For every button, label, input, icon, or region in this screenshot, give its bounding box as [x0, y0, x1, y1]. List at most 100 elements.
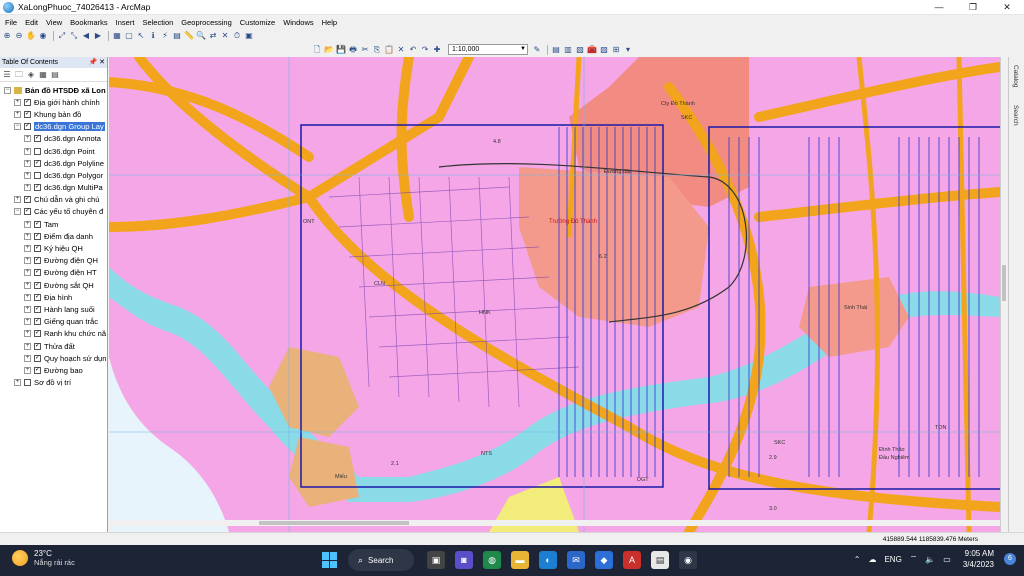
toc-layer-row[interactable]: + ✓ Ranh khu chức nă	[0, 328, 107, 340]
expand-icon[interactable]: +	[24, 159, 31, 167]
toc-layer-row[interactable]: + ✓ dc36.dgn MultiPa	[0, 182, 107, 194]
layer-visibility-checkbox[interactable]: ✓	[34, 135, 41, 143]
scrollbar-thumb[interactable]	[259, 521, 409, 525]
close-button[interactable]: ✕	[990, 0, 1024, 15]
file-explorer-icon[interactable]: ▬	[511, 551, 529, 569]
layer-visibility-checkbox[interactable]: ✓	[24, 123, 31, 131]
back-extent-icon[interactable]: ◀	[81, 31, 91, 41]
clock[interactable]: 9:05 AM 3/4/2023	[963, 548, 994, 570]
toc-layer-row[interactable]: + ✓ Tam	[0, 218, 107, 230]
menu-insert[interactable]: Insert	[116, 18, 135, 27]
list-by-visibility-icon[interactable]: ◈	[26, 70, 36, 80]
layer-visibility-checkbox[interactable]: ✓	[34, 257, 41, 265]
dropbox-icon[interactable]: ◆	[595, 551, 613, 569]
expand-icon[interactable]: +	[24, 257, 31, 265]
toc-layer-row[interactable]: + ✓ Thửa đất	[0, 340, 107, 352]
toc-layer-row[interactable]: + ✓ Đường bao	[0, 364, 107, 376]
expand-icon[interactable]: +	[24, 245, 31, 253]
expand-icon[interactable]: +	[14, 379, 21, 387]
scrollbar-thumb[interactable]	[1002, 265, 1006, 301]
toc-layer-row[interactable]: + ✓ Ký hiệu QH	[0, 242, 107, 254]
layer-visibility-checkbox[interactable]	[24, 379, 31, 387]
table-of-contents-icon[interactable]: ▤	[551, 45, 561, 55]
open-icon[interactable]: 📂	[324, 45, 334, 55]
expand-icon[interactable]: +	[14, 110, 21, 118]
acrobat-icon[interactable]: A	[623, 551, 641, 569]
layer-visibility-checkbox[interactable]	[34, 171, 41, 179]
full-extent-icon[interactable]: ◉	[38, 31, 48, 41]
arcmap-taskbar-icon[interactable]: ◉	[679, 551, 697, 569]
maximize-button[interactable]: ❐	[956, 0, 990, 15]
expand-icon[interactable]: +	[24, 305, 31, 313]
toc-layer-row[interactable]: + ✓ Đường sắt QH	[0, 279, 107, 291]
new-document-icon[interactable]: 🗋	[312, 45, 322, 55]
list-by-selection-icon[interactable]: ▦	[38, 70, 48, 80]
search-tab[interactable]: Search	[1012, 105, 1019, 126]
zoom-out-icon[interactable]: ⊖	[14, 31, 24, 41]
toc-layer-row[interactable]: + dc36.dgn Point	[0, 145, 107, 157]
layer-visibility-checkbox[interactable]: ✓	[34, 220, 41, 228]
toc-layer-row[interactable]: + ✓ Đường điện QH	[0, 255, 107, 267]
collapse-icon[interactable]: −	[14, 123, 21, 131]
pan-icon[interactable]: ✋	[26, 31, 36, 41]
find-route-icon[interactable]: ⇄	[208, 31, 218, 41]
expand-icon[interactable]: +	[14, 98, 21, 106]
expand-icon[interactable]: +	[24, 232, 31, 240]
language-indicator[interactable]: ENG	[884, 555, 901, 564]
layer-visibility-checkbox[interactable]: ✓	[24, 110, 31, 118]
toolbar-options-icon[interactable]: ▾	[623, 45, 633, 55]
menu-selection[interactable]: Selection	[142, 18, 173, 27]
zoom-in-icon[interactable]: ⊕	[2, 31, 12, 41]
volume-icon[interactable]: 🔈	[925, 555, 935, 564]
expand-icon[interactable]: +	[24, 293, 31, 301]
minimize-button[interactable]: —	[922, 0, 956, 15]
toc-layer-row[interactable]: − ✓ Các yếu tố chuyên đ	[0, 206, 107, 218]
layer-visibility-checkbox[interactable]: ✓	[34, 184, 41, 192]
menu-help[interactable]: Help	[322, 18, 337, 27]
expand-icon[interactable]: +	[14, 196, 21, 204]
menu-windows[interactable]: Windows	[283, 18, 313, 27]
select-features-icon[interactable]: ▦	[112, 31, 122, 41]
toc-layer-row[interactable]: + dc36.dgn Polygor	[0, 169, 107, 181]
go-to-xy-icon[interactable]: ✕	[220, 31, 230, 41]
identify-icon[interactable]: ℹ	[148, 31, 158, 41]
layer-visibility-checkbox[interactable]: ✓	[34, 354, 41, 362]
layer-visibility-checkbox[interactable]: ✓	[34, 159, 41, 167]
delete-icon[interactable]: ✕	[396, 45, 406, 55]
layer-visibility-checkbox[interactable]: ✓	[34, 245, 41, 253]
measure-icon[interactable]: 📏	[184, 31, 194, 41]
toc-layer-row[interactable]: − ✓ dc36.dgn Group Lay	[0, 121, 107, 133]
layer-visibility-checkbox[interactable]: ✓	[24, 98, 31, 106]
time-slider-icon[interactable]: ⏱	[232, 31, 242, 41]
toc-layer-row[interactable]: + ✓ Chú dẫn và ghi chú	[0, 194, 107, 206]
select-elements-icon[interactable]: ↖	[136, 31, 146, 41]
edge-browser-icon[interactable]: ◍	[483, 551, 501, 569]
expand-icon[interactable]: +	[24, 330, 31, 338]
wifi-icon[interactable]: ⌔	[910, 554, 918, 564]
arctoolbox-icon[interactable]: 🧰	[587, 45, 597, 55]
create-viewer-icon[interactable]: ▣	[244, 31, 254, 41]
collapse-icon[interactable]: −	[14, 208, 21, 216]
layer-visibility-checkbox[interactable]: ✓	[34, 269, 41, 277]
list-by-drawing-order-icon[interactable]: ☰	[2, 70, 12, 80]
fixed-zoom-in-icon[interactable]: ⤢	[57, 31, 67, 41]
map-canvas[interactable]: Cty Đồ Thành SKC ONT CLN HNK NTS DGT TON SKC Đườn…	[109, 57, 1000, 532]
toc-layer-row[interactable]: + ✓ Điểm địa danh	[0, 230, 107, 242]
expand-icon[interactable]: +	[24, 220, 31, 228]
menu-view[interactable]: View	[46, 18, 62, 27]
taskbar-search[interactable]: ⌕ Search	[348, 549, 414, 571]
menu-geoprocessing[interactable]: Geoprocessing	[181, 18, 231, 27]
catalog-icon[interactable]: ▥	[563, 45, 573, 55]
paste-icon[interactable]: 📋	[384, 45, 394, 55]
print-icon[interactable]: 🖶	[348, 45, 358, 55]
search-window-icon[interactable]: ▧	[575, 45, 585, 55]
map-horizontal-scrollbar[interactable]	[109, 520, 1000, 526]
expand-icon[interactable]: +	[24, 354, 31, 362]
expand-icon[interactable]: +	[24, 184, 31, 192]
catalog-tab[interactable]: Catalog	[1012, 65, 1019, 87]
teams-chat-icon[interactable]: ◙	[455, 551, 473, 569]
layer-visibility-checkbox[interactable]: ✓	[34, 281, 41, 289]
redo-icon[interactable]: ↷	[420, 45, 430, 55]
expand-icon[interactable]: +	[24, 171, 31, 179]
model-builder-icon[interactable]: ⊞	[611, 45, 621, 55]
